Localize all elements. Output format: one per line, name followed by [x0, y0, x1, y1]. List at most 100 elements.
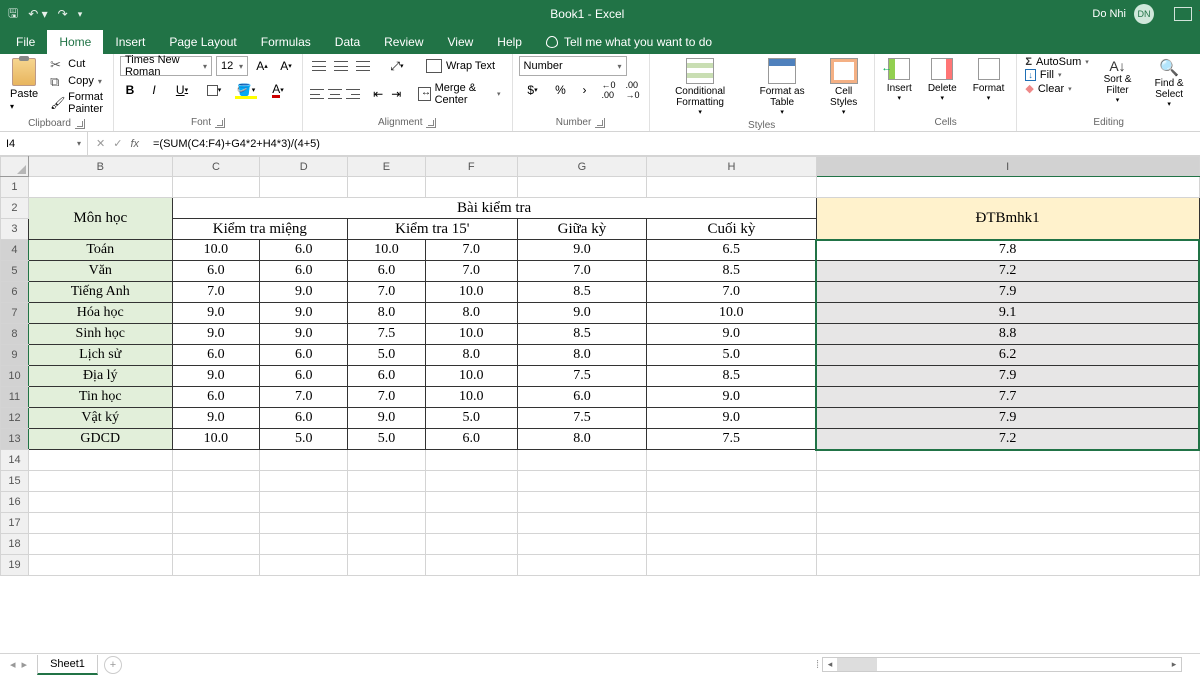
cell-G12[interactable]: 7.5 — [517, 408, 647, 429]
sheet-tab[interactable]: Sheet1 — [37, 655, 98, 675]
row-header-4[interactable]: 4 — [1, 240, 29, 261]
cell-G9[interactable]: 8.0 — [517, 345, 647, 366]
column-header-B[interactable]: B — [28, 157, 172, 177]
cell-F10[interactable]: 10.0 — [425, 366, 517, 387]
font-name-combo[interactable]: Times New Roman▾ — [120, 56, 212, 76]
copy-button[interactable]: Copy ▾ — [46, 73, 107, 89]
cell-C12[interactable]: 9.0 — [172, 408, 260, 429]
tell-me[interactable]: Tell me what you want to do — [534, 30, 724, 54]
cell-G6[interactable]: 8.5 — [517, 282, 647, 303]
cell-D8[interactable]: 9.0 — [260, 324, 348, 345]
cell-F6[interactable]: 10.0 — [425, 282, 517, 303]
cell-D18[interactable] — [260, 534, 348, 555]
increase-decimal-button[interactable]: ←0.00 — [599, 80, 619, 100]
cell-E9[interactable]: 5.0 — [348, 345, 426, 366]
clear-button[interactable]: Clear ▾ — [1023, 82, 1090, 95]
cell-C9[interactable]: 6.0 — [172, 345, 260, 366]
cell-E13[interactable]: 5.0 — [348, 429, 426, 450]
cut-button[interactable]: Cut — [46, 56, 107, 72]
cancel-formula-icon[interactable]: ✕ — [96, 137, 105, 150]
row-header-18[interactable]: 18 — [1, 534, 29, 555]
cell-D9[interactable]: 6.0 — [260, 345, 348, 366]
cell-I17[interactable] — [816, 513, 1199, 534]
accounting-format-button[interactable]: $ ▾ — [519, 80, 547, 100]
cell-I16[interactable] — [816, 492, 1199, 513]
increase-font-button[interactable]: A▴ — [252, 56, 272, 76]
cell-E19[interactable] — [348, 555, 426, 576]
number-format-combo[interactable]: Number▾ — [519, 56, 627, 76]
cell-C8[interactable]: 9.0 — [172, 324, 260, 345]
cell-F14[interactable] — [425, 450, 517, 471]
cell-E12[interactable]: 9.0 — [348, 408, 426, 429]
cell-H17[interactable] — [647, 513, 816, 534]
cell-I5[interactable]: 7.2 — [816, 261, 1199, 282]
cell-G3[interactable]: Giữa kỳ — [517, 219, 647, 240]
cell-H5[interactable]: 8.5 — [647, 261, 816, 282]
cell-I15[interactable] — [816, 471, 1199, 492]
align-left-button[interactable] — [309, 84, 325, 104]
cell-C6[interactable]: 7.0 — [172, 282, 260, 303]
cell-F15[interactable] — [425, 471, 517, 492]
tab-insert[interactable]: Insert — [103, 30, 157, 54]
row-header-14[interactable]: 14 — [1, 450, 29, 471]
delete-cells-button[interactable]: Delete▾ — [922, 56, 963, 104]
align-middle-button[interactable] — [331, 56, 351, 76]
row-header-3[interactable]: 3 — [1, 219, 29, 240]
cell-D15[interactable] — [260, 471, 348, 492]
cell-B1[interactable] — [28, 177, 172, 198]
cell-G7[interactable]: 9.0 — [517, 303, 647, 324]
row-header-13[interactable]: 13 — [1, 429, 29, 450]
cell-C17[interactable] — [172, 513, 260, 534]
scroll-left-icon[interactable]: ◂ — [823, 658, 837, 671]
cell-F13[interactable]: 6.0 — [425, 429, 517, 450]
cell-E6[interactable]: 7.0 — [348, 282, 426, 303]
column-header-E[interactable]: E — [348, 157, 426, 177]
user-area[interactable]: Do Nhi DN — [1092, 4, 1192, 24]
cell-D6[interactable]: 9.0 — [260, 282, 348, 303]
row-header-7[interactable]: 7 — [1, 303, 29, 324]
cell-G5[interactable]: 7.0 — [517, 261, 647, 282]
decrease-font-button[interactable]: A▾ — [276, 56, 296, 76]
cell-F1[interactable] — [425, 177, 517, 198]
cell-B17[interactable] — [28, 513, 172, 534]
tab-view[interactable]: View — [436, 30, 486, 54]
cell-G13[interactable]: 8.0 — [517, 429, 647, 450]
cell-H3[interactable]: Cuối kỳ — [647, 219, 816, 240]
column-header-G[interactable]: G — [517, 157, 647, 177]
fx-icon[interactable]: fx — [130, 138, 139, 150]
cell-D7[interactable]: 9.0 — [260, 303, 348, 324]
row-header-6[interactable]: 6 — [1, 282, 29, 303]
cell-E3[interactable]: Kiểm tra 15' — [348, 219, 518, 240]
cell-H16[interactable] — [647, 492, 816, 513]
cell-F4[interactable]: 7.0 — [425, 240, 517, 261]
paste-button[interactable]: Paste▾ — [6, 56, 42, 114]
cell-H7[interactable]: 10.0 — [647, 303, 816, 324]
cell-I10[interactable]: 7.9 — [816, 366, 1199, 387]
scroll-thumb[interactable] — [837, 658, 877, 671]
cell-B5[interactable]: Văn — [28, 261, 172, 282]
align-center-button[interactable] — [327, 84, 343, 104]
cell-F16[interactable] — [425, 492, 517, 513]
split-handle[interactable]: ⁞ — [812, 659, 820, 671]
save-icon[interactable]: 🖫 — [8, 4, 18, 25]
cell-G15[interactable] — [517, 471, 647, 492]
format-painter-button[interactable]: Format Painter — [46, 90, 107, 116]
cell-B11[interactable]: Tin học — [28, 387, 172, 408]
cell-I1[interactable] — [816, 177, 1199, 198]
undo-icon[interactable]: ↶ ▾ — [28, 7, 47, 21]
cell-D14[interactable] — [260, 450, 348, 471]
sheet-next-icon[interactable]: ▸ — [22, 658, 28, 671]
cell-I2[interactable]: ĐTBmhk1 — [816, 198, 1199, 240]
cell-H18[interactable] — [647, 534, 816, 555]
cell-D13[interactable]: 5.0 — [260, 429, 348, 450]
cell-G11[interactable]: 6.0 — [517, 387, 647, 408]
cell-C5[interactable]: 6.0 — [172, 261, 260, 282]
row-header-9[interactable]: 9 — [1, 345, 29, 366]
cell-C1[interactable] — [172, 177, 260, 198]
cell-H11[interactable]: 9.0 — [647, 387, 816, 408]
cell-G19[interactable] — [517, 555, 647, 576]
cell-H15[interactable] — [647, 471, 816, 492]
cell-E14[interactable] — [348, 450, 426, 471]
cell-I7[interactable]: 9.1 — [816, 303, 1199, 324]
cell-I12[interactable]: 7.9 — [816, 408, 1199, 429]
